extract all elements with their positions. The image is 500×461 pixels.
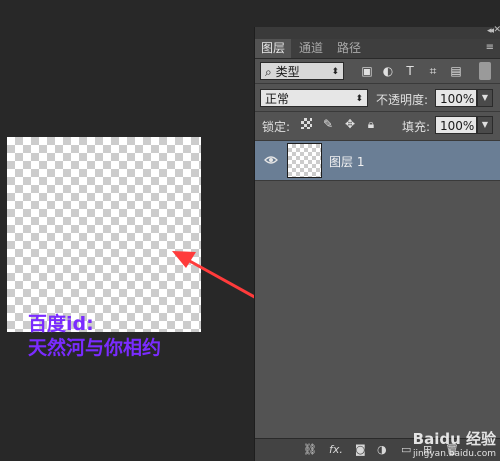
opacity-input[interactable]: 100% bbox=[435, 89, 477, 107]
lock-brush-icon[interactable]: ✎ bbox=[321, 117, 335, 131]
smart-object-filter-icon[interactable]: ▤ bbox=[449, 64, 463, 78]
mask-icon[interactable]: ◙ bbox=[355, 443, 366, 456]
annotation-line-1: 百度id: bbox=[28, 313, 94, 335]
annotation-line-2: 天然河与你相约 bbox=[28, 337, 162, 359]
blend-mode-value: 正常 bbox=[265, 92, 290, 106]
type-filter-icon[interactable]: T bbox=[403, 64, 417, 78]
panel-tabbar: 图层 通道 路径 ≡ bbox=[255, 39, 500, 59]
lock-position-icon[interactable]: ✥ bbox=[343, 117, 357, 131]
panel-menu-icon[interactable]: ≡ bbox=[486, 42, 494, 53]
tab-channels[interactable]: 通道 bbox=[293, 39, 329, 58]
lock-transparency-icon[interactable] bbox=[301, 118, 312, 129]
eye-icon[interactable] bbox=[264, 154, 278, 166]
blend-mode-select[interactable]: 正常 ⬍ bbox=[260, 89, 368, 107]
search-icon: ⌕ bbox=[265, 65, 272, 79]
tab-layers[interactable]: 图层 bbox=[255, 39, 292, 58]
adjustment-filter-icon[interactable]: ◐ bbox=[381, 64, 395, 78]
opacity-label: 不透明度: bbox=[376, 93, 429, 107]
fx-icon[interactable]: fx. bbox=[329, 443, 343, 456]
layer-filter-select[interactable]: ⌕ 类型 ⬍ bbox=[260, 62, 344, 80]
layer-name[interactable]: 图层 1 bbox=[329, 153, 364, 170]
baidu-watermark: Baidu 经验 jingyan.baidu.com bbox=[413, 428, 496, 459]
transparent-canvas[interactable] bbox=[7, 137, 201, 332]
watermark-url: jingyan.baidu.com bbox=[412, 449, 496, 459]
link-icon[interactable]: ⛓ bbox=[303, 443, 317, 456]
opacity-dropdown-icon[interactable]: ▼ bbox=[477, 89, 493, 107]
chevron-down-icon: ⬍ bbox=[331, 67, 339, 77]
adjustment-icon[interactable]: ◑ bbox=[377, 443, 387, 456]
layers-panel: ◂◂ ✕ 图层 通道 路径 ≡ ⌕ 类型 ⬍ ▣ ◐ T ⌗ ▤ 正常 ⬍ 不透… bbox=[254, 25, 500, 461]
lock-all-icon[interactable]: 🔒︎ bbox=[364, 117, 378, 131]
shape-filter-icon[interactable]: ⌗ bbox=[426, 64, 440, 78]
layer-row[interactable]: 图层 1 bbox=[255, 140, 500, 181]
fill-input[interactable]: 100% bbox=[435, 116, 477, 134]
tab-paths[interactable]: 路径 bbox=[331, 39, 367, 58]
filter-label: 类型 bbox=[275, 65, 300, 79]
collapse-icon[interactable]: ◂◂ bbox=[487, 26, 494, 36]
watermark-brand: Baidu 经验 bbox=[412, 430, 496, 448]
close-icon[interactable]: ✕ bbox=[493, 25, 500, 35]
image-filter-icon[interactable]: ▣ bbox=[360, 64, 374, 78]
layer-thumbnail[interactable] bbox=[287, 143, 322, 178]
chevron-down-icon: ⬍ bbox=[355, 94, 363, 104]
panel-title-bar: ◂◂ ✕ bbox=[255, 25, 500, 39]
filter-toggle-icon[interactable] bbox=[479, 62, 491, 80]
fill-label: 填充: bbox=[402, 120, 431, 134]
folder-icon[interactable]: ▭ bbox=[401, 443, 411, 456]
fill-dropdown-icon[interactable]: ▼ bbox=[477, 116, 493, 134]
lock-label: 锁定: bbox=[262, 120, 291, 134]
